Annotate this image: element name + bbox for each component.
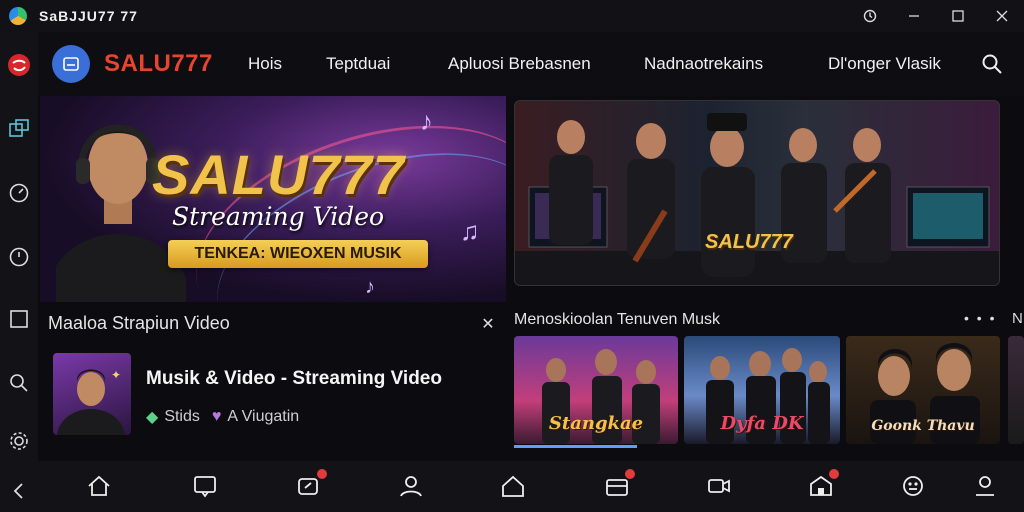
hero-banner[interactable]: ♪ ♫ ♪ SALU777 Streaming Video TENKEA: WI… bbox=[40, 96, 506, 302]
window-titlebar: SaBJJU77 77 bbox=[0, 0, 1024, 32]
video-thumbnail-partial[interactable] bbox=[1008, 336, 1024, 444]
history-icon[interactable] bbox=[848, 0, 892, 32]
maximize-button[interactable] bbox=[936, 0, 980, 32]
top-navigation: SALU777 Hois Teptduai Apluosi Brebasnen … bbox=[38, 32, 1024, 96]
section-title-right: Menoskioolan Tenuven Musk bbox=[514, 311, 721, 328]
nav-item-3[interactable]: Apluosi Brebasnen bbox=[448, 54, 591, 74]
nav-item-4[interactable]: Nadnaotrekains bbox=[644, 54, 763, 74]
minimize-button[interactable] bbox=[892, 0, 936, 32]
clock-icon[interactable] bbox=[6, 244, 32, 270]
chat-icon[interactable] bbox=[190, 471, 220, 501]
gamepad-icon[interactable] bbox=[898, 471, 928, 501]
hero-cta-banner[interactable]: TENKEA: WIEOXEN MUSIK bbox=[168, 240, 428, 268]
brand-icon[interactable] bbox=[6, 52, 32, 78]
folders-icon[interactable] bbox=[6, 116, 32, 142]
profile-icon[interactable] bbox=[396, 471, 426, 501]
next-section-edge: N bbox=[1012, 310, 1023, 327]
hero-title: SALU777 bbox=[152, 143, 405, 206]
home-icon[interactable] bbox=[84, 471, 114, 501]
gauge-icon[interactable] bbox=[6, 180, 32, 206]
item-meta-b: A Viugatin bbox=[227, 408, 300, 425]
window-title: SaBJJU77 77 bbox=[39, 8, 138, 24]
notification-badge bbox=[625, 469, 635, 479]
video-thumbnail-3[interactable]: Goonk Thavu bbox=[846, 336, 1000, 444]
store-icon[interactable] bbox=[806, 469, 839, 501]
notification-badge bbox=[317, 469, 327, 479]
thumb-label: Dyfa DK bbox=[720, 413, 804, 434]
back-icon[interactable] bbox=[6, 478, 32, 504]
tag-icon: ◆ bbox=[146, 409, 159, 426]
close-icon[interactable]: ✕ bbox=[478, 314, 498, 334]
search-button[interactable] bbox=[978, 50, 1006, 78]
nav-item-home[interactable]: Hois bbox=[248, 54, 282, 74]
section-title-left: Maaloa Strapiun Video bbox=[48, 313, 230, 333]
nav-item-2[interactable]: Teptduai bbox=[326, 54, 390, 74]
left-rail bbox=[0, 32, 38, 512]
nav-item-5[interactable]: Dl'onger Vlasik bbox=[828, 54, 941, 74]
search-icon bbox=[982, 54, 1002, 74]
account-icon[interactable] bbox=[970, 471, 1000, 501]
share-icon[interactable] bbox=[294, 469, 327, 501]
bottom-navigation bbox=[38, 461, 1024, 512]
hero-subtitle: Streaming Video bbox=[172, 202, 385, 231]
heart-icon: ♥ bbox=[211, 408, 222, 425]
search-icon[interactable] bbox=[6, 370, 32, 396]
close-button[interactable] bbox=[980, 0, 1024, 32]
window-controls bbox=[848, 0, 1024, 32]
music-note-icon: ♪ bbox=[420, 106, 433, 136]
svg-text:✦: ✦ bbox=[111, 368, 121, 382]
notification-badge bbox=[829, 469, 839, 479]
featured-video[interactable]: SALU777 bbox=[514, 100, 1000, 286]
item-thumbnail[interactable]: ✦ bbox=[53, 353, 131, 435]
logo-icon[interactable] bbox=[52, 45, 90, 83]
band-studio-image bbox=[515, 113, 999, 285]
square-icon[interactable] bbox=[6, 306, 32, 332]
video-overlay-text: SALU777 bbox=[705, 231, 793, 253]
more-icon[interactable]: • • • bbox=[964, 310, 996, 326]
inbox-icon[interactable] bbox=[602, 469, 635, 501]
video-call-icon[interactable] bbox=[704, 471, 734, 501]
app-icon bbox=[9, 7, 27, 25]
item-meta: ◆ Stids ♥ A Viugatin bbox=[146, 407, 299, 427]
item-title[interactable]: Musik & Video - Streaming Video bbox=[146, 368, 442, 390]
watch-progress-bar bbox=[514, 445, 637, 448]
music-note-icon: ♪ bbox=[365, 276, 375, 298]
brand-name[interactable]: SALU777 bbox=[104, 50, 213, 78]
video-thumbnail-1[interactable]: Stangkae bbox=[514, 336, 678, 444]
settings-icon[interactable] bbox=[6, 428, 32, 454]
video-thumbnail-2[interactable]: Dyfa DK bbox=[684, 336, 840, 444]
thumb-label: Goonk Thavu bbox=[871, 418, 975, 434]
thumb-label: Stangkae bbox=[548, 413, 644, 434]
music-note-icon: ♫ bbox=[460, 216, 480, 246]
item-meta-a: Stids bbox=[164, 408, 200, 425]
house-icon[interactable] bbox=[498, 471, 528, 501]
